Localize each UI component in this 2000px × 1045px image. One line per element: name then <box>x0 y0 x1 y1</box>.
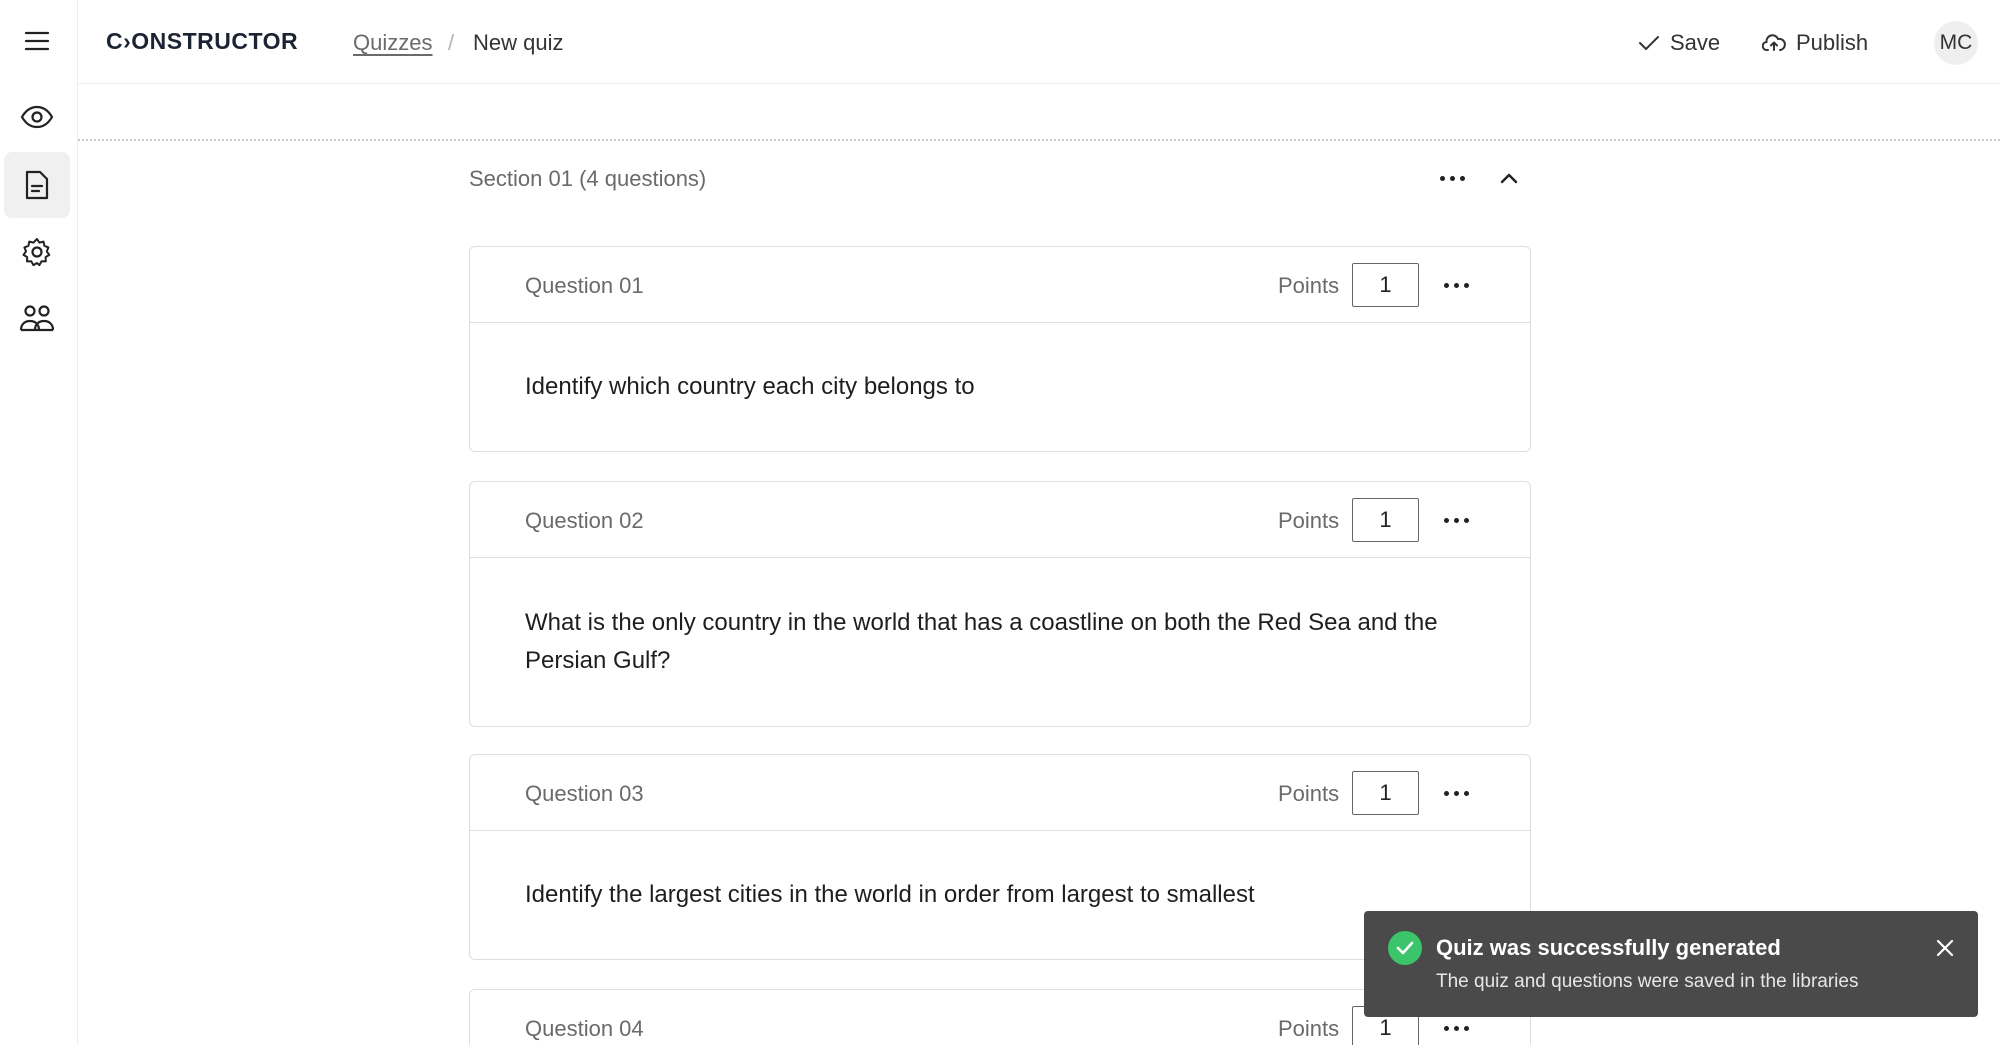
section-more-button[interactable] <box>1434 160 1470 196</box>
question-header: Question 01 Points <box>470 247 1530 323</box>
avatar[interactable]: MC <box>1934 21 1978 65</box>
eye-icon <box>20 105 54 129</box>
publish-button[interactable]: Publish <box>1762 26 1868 60</box>
question-body[interactable]: Identify which country each city belongs… <box>470 323 1530 451</box>
success-toast: Quiz was successfully generated The quiz… <box>1364 911 1978 1017</box>
section-divider <box>78 139 2000 141</box>
cloud-upload-icon <box>1762 34 1786 51</box>
editor-button[interactable] <box>4 152 70 218</box>
question-header: Question 03 Points <box>470 755 1530 831</box>
question-text: Identify which country each city belongs… <box>525 373 975 400</box>
more-horizontal-icon <box>1443 1025 1469 1031</box>
more-horizontal-icon <box>1443 517 1469 523</box>
participants-button[interactable] <box>4 285 70 351</box>
top-header: C›ONSTRUCTOR Quizzes / New quiz Save Pub… <box>78 0 2000 84</box>
more-horizontal-icon <box>1443 790 1469 796</box>
breadcrumb-quizzes-link[interactable]: Quizzes <box>353 30 432 56</box>
points-input[interactable] <box>1352 771 1419 815</box>
breadcrumb-separator: / <box>448 30 455 55</box>
users-icon <box>19 305 55 332</box>
success-check-icon <box>1388 931 1422 965</box>
question-more-button[interactable] <box>1438 775 1474 811</box>
points-label: Points <box>1278 781 1340 806</box>
points-input[interactable] <box>1352 263 1419 307</box>
hamburger-icon <box>24 31 50 51</box>
breadcrumb-current: New quiz <box>473 30 564 55</box>
question-label: Question 01 <box>525 273 644 298</box>
publish-label: Publish <box>1796 30 1869 55</box>
question-more-button[interactable] <box>1438 267 1474 303</box>
close-icon <box>1936 939 1954 957</box>
question-text: Identify the largest cities in the world… <box>525 881 1255 908</box>
checkmark-icon <box>1639 36 1659 50</box>
points-input[interactable] <box>1352 498 1419 542</box>
section-collapse-button[interactable] <box>1494 160 1524 196</box>
toast-message: The quiz and questions were saved in the… <box>1436 971 1859 992</box>
question-body[interactable]: What is the only country in the world th… <box>470 558 1530 726</box>
save-label: Save <box>1670 30 1721 55</box>
points-label: Points <box>1278 273 1340 298</box>
settings-button[interactable] <box>4 219 70 285</box>
question-label: Question 04 <box>525 1016 644 1041</box>
question-text: What is the only country in the world th… <box>525 609 1438 674</box>
question-more-button[interactable] <box>1438 502 1474 538</box>
toast-title: Quiz was successfully generated <box>1436 935 1781 960</box>
menu-button[interactable] <box>4 8 70 74</box>
more-horizontal-icon <box>1439 175 1465 181</box>
left-rail <box>0 0 78 1045</box>
question-label: Question 03 <box>525 781 644 806</box>
section-title: Section 01 (4 questions) <box>469 166 707 191</box>
more-horizontal-icon <box>1443 282 1469 288</box>
question-label: Question 02 <box>525 508 644 533</box>
points-label: Points <box>1278 508 1340 533</box>
document-icon <box>25 170 49 200</box>
toast-close-button[interactable] <box>1932 935 1958 961</box>
gear-icon <box>22 238 51 267</box>
save-button[interactable]: Save <box>1638 26 1720 60</box>
preview-button[interactable] <box>4 84 70 150</box>
points-label: Points <box>1278 1016 1340 1041</box>
question-card: Question 01 Points Identify which countr… <box>469 246 1531 452</box>
question-header: Question 02 Points <box>470 482 1530 558</box>
question-card: Question 02 Points What is the only coun… <box>469 481 1531 727</box>
brand-logo[interactable]: C›ONSTRUCTOR <box>106 28 298 55</box>
chevron-up-icon <box>1500 173 1518 184</box>
